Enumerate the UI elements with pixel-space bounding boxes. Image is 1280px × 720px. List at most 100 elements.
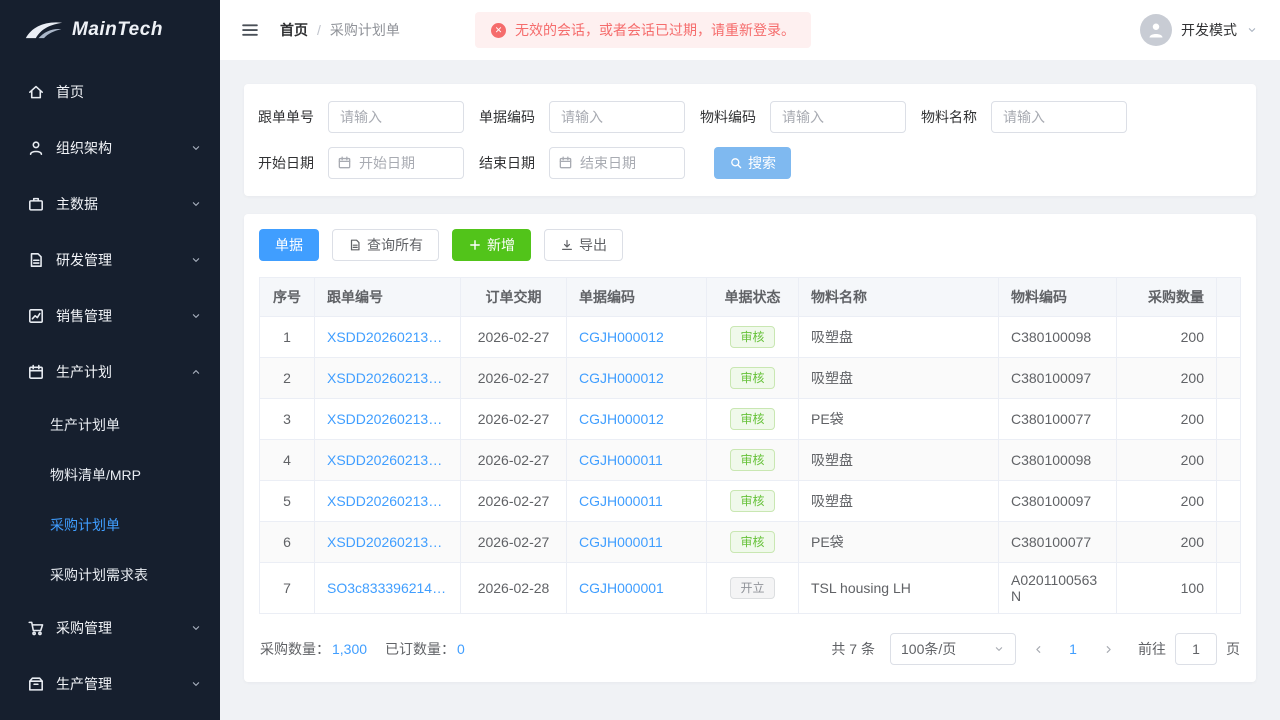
- cell-material-name: 吸塑盘: [799, 358, 999, 399]
- col-header-qty: 采购数量: [1117, 278, 1217, 317]
- goto-page-input[interactable]: [1175, 633, 1217, 665]
- cell-extra: [1217, 522, 1241, 563]
- filter-label: 开始日期: [258, 153, 314, 173]
- sidebar-menu: 首页 组织架构 主数据 研发管理 销售管理: [0, 60, 220, 720]
- cell-status: 审核: [707, 440, 799, 481]
- chevron-right-icon: [1102, 643, 1115, 656]
- cell-seq: 1: [260, 317, 315, 358]
- cell-extra: [1217, 440, 1241, 481]
- chevron-down-icon: [190, 142, 202, 154]
- next-page-button[interactable]: [1095, 633, 1121, 665]
- search-icon: [729, 156, 743, 170]
- doc-no-link[interactable]: CGJH000011: [567, 440, 707, 481]
- alert-text: 无效的会话，或者会话已过期，请重新登录。: [515, 20, 795, 40]
- filter-row-1: 跟单单号 单据编码 物料编码 物料名称: [258, 101, 1242, 133]
- sidebar-subitem-purchase-plan-order[interactable]: 采购计划单: [0, 500, 220, 550]
- breadcrumb-current: 采购计划单: [330, 20, 400, 40]
- cell-material-code: C380100097: [999, 481, 1117, 522]
- doc-no-link[interactable]: CGJH000011: [567, 522, 707, 563]
- document-icon: [348, 238, 362, 252]
- purchase-qty-value: 1,300: [332, 641, 367, 657]
- cell-extra: [1217, 563, 1241, 614]
- cell-due-date: 2026-02-27: [461, 317, 567, 358]
- status-badge: 审核: [730, 326, 774, 348]
- doc-no-link[interactable]: CGJH000012: [567, 399, 707, 440]
- order-no-link[interactable]: XSDD2026021306··: [315, 399, 461, 440]
- total-count: 共 7 条: [831, 639, 875, 659]
- start-date-picker: [328, 147, 464, 179]
- cell-material-name: 吸塑盘: [799, 440, 999, 481]
- filter-label: 单据编码: [479, 107, 535, 127]
- order-no-link[interactable]: XSDD2026021306··: [315, 317, 461, 358]
- doc-no-link[interactable]: CGJH000012: [567, 317, 707, 358]
- breadcrumb-home[interactable]: 首页: [280, 20, 308, 40]
- page-number[interactable]: 1: [1060, 641, 1086, 657]
- export-button[interactable]: 导出: [544, 229, 623, 261]
- cell-qty: 200: [1117, 358, 1217, 399]
- logo-text: MainTech: [72, 19, 163, 41]
- doc-no-link[interactable]: CGJH000001: [567, 563, 707, 614]
- doc-code-input[interactable]: [549, 101, 685, 133]
- sidebar-item-home[interactable]: 首页: [0, 64, 220, 120]
- sidebar: MainTech 首页 组织架构 主数据 研发管理: [0, 0, 220, 720]
- user-mode-label: 开发模式: [1181, 20, 1237, 40]
- sidebar-item-master-data[interactable]: 主数据: [0, 176, 220, 232]
- cell-seq: 5: [260, 481, 315, 522]
- sidebar-subitem-bom-mrp[interactable]: 物料清单/MRP: [0, 450, 220, 500]
- filter-label: 物料名称: [921, 107, 977, 127]
- order-no-link[interactable]: XSDD2026021306··: [315, 358, 461, 399]
- page-size-select[interactable]: 100条/页: [890, 633, 1016, 665]
- sidebar-item-production-plan[interactable]: 生产计划: [0, 344, 220, 400]
- user-menu[interactable]: 开发模式: [1140, 14, 1258, 46]
- doc-no-link[interactable]: CGJH000011: [567, 481, 707, 522]
- cell-material-name: TSL housing LH: [799, 563, 999, 614]
- filter-label: 跟单单号: [258, 107, 314, 127]
- table-panel: 单据 查询所有 新增 导出: [244, 214, 1256, 682]
- col-header-material-code: 物料编码: [999, 278, 1117, 317]
- doc-no-link[interactable]: CGJH000012: [567, 358, 707, 399]
- purchase-qty-label: 采购数量：: [260, 639, 330, 659]
- sidebar-item-rd-management[interactable]: 研发管理: [0, 232, 220, 288]
- document-button[interactable]: 单据: [259, 229, 319, 261]
- breadcrumb-separator: /: [317, 22, 321, 38]
- follow-order-no-input[interactable]: [328, 101, 464, 133]
- table-header-row: 序号 跟单编号 订单交期 单据编码 单据状态 物料名称 物料编码 采购数量: [260, 278, 1241, 317]
- col-header-order-no: 跟单编号: [315, 278, 461, 317]
- add-button[interactable]: 新增: [452, 229, 531, 261]
- ordered-qty-value: 0: [457, 641, 465, 657]
- search-button[interactable]: 搜索: [714, 147, 791, 179]
- chevron-down-icon: [190, 198, 202, 210]
- cell-extra: [1217, 399, 1241, 440]
- order-no-link[interactable]: SO3c833396214e40: [315, 563, 461, 614]
- table-row: 4 XSDD2026021306·· 2026-02-27 CGJH000011…: [260, 440, 1241, 481]
- material-name-input[interactable]: [991, 101, 1127, 133]
- table-row: 2 XSDD2026021306·· 2026-02-27 CGJH000012…: [260, 358, 1241, 399]
- menu-fold-icon[interactable]: [240, 20, 260, 40]
- cell-status: 审核: [707, 481, 799, 522]
- material-code-input[interactable]: [770, 101, 906, 133]
- cell-material-code: C380100077: [999, 399, 1117, 440]
- status-badge: 开立: [730, 577, 774, 599]
- prev-page-button[interactable]: [1025, 633, 1051, 665]
- main-area: 首页 / 采购计划单 ✕ 无效的会话，或者会话已过期，请重新登录。 开发模式 跟…: [220, 0, 1280, 720]
- chevron-left-icon: [1032, 643, 1045, 656]
- order-no-link[interactable]: XSDD2026021306··: [315, 522, 461, 563]
- sidebar-subitem-production-plan-order[interactable]: 生产计划单: [0, 400, 220, 450]
- cell-qty: 200: [1117, 481, 1217, 522]
- sidebar-item-label: 采购管理: [56, 618, 190, 638]
- calendar-icon: [27, 363, 45, 381]
- sidebar-item-sales-management[interactable]: 销售管理: [0, 288, 220, 344]
- filter-row-2: 开始日期 结束日期: [258, 147, 1242, 179]
- data-table: 序号 跟单编号 订单交期 单据编码 单据状态 物料名称 物料编码 采购数量: [259, 277, 1241, 614]
- cell-material-code: A0201100563N: [999, 563, 1117, 614]
- sidebar-item-production-management[interactable]: 生产管理: [0, 656, 220, 712]
- sidebar-item-purchase-management[interactable]: 采购管理: [0, 600, 220, 656]
- cell-seq: 6: [260, 522, 315, 563]
- order-no-link[interactable]: XSDD2026021306··: [315, 440, 461, 481]
- cell-status: 审核: [707, 317, 799, 358]
- sidebar-subitem-purchase-plan-demand[interactable]: 采购计划需求表: [0, 550, 220, 600]
- sidebar-item-organization[interactable]: 组织架构: [0, 120, 220, 176]
- query-all-button[interactable]: 查询所有: [332, 229, 439, 261]
- order-no-link[interactable]: XSDD2026021306··: [315, 481, 461, 522]
- cell-material-code: C380100097: [999, 358, 1117, 399]
